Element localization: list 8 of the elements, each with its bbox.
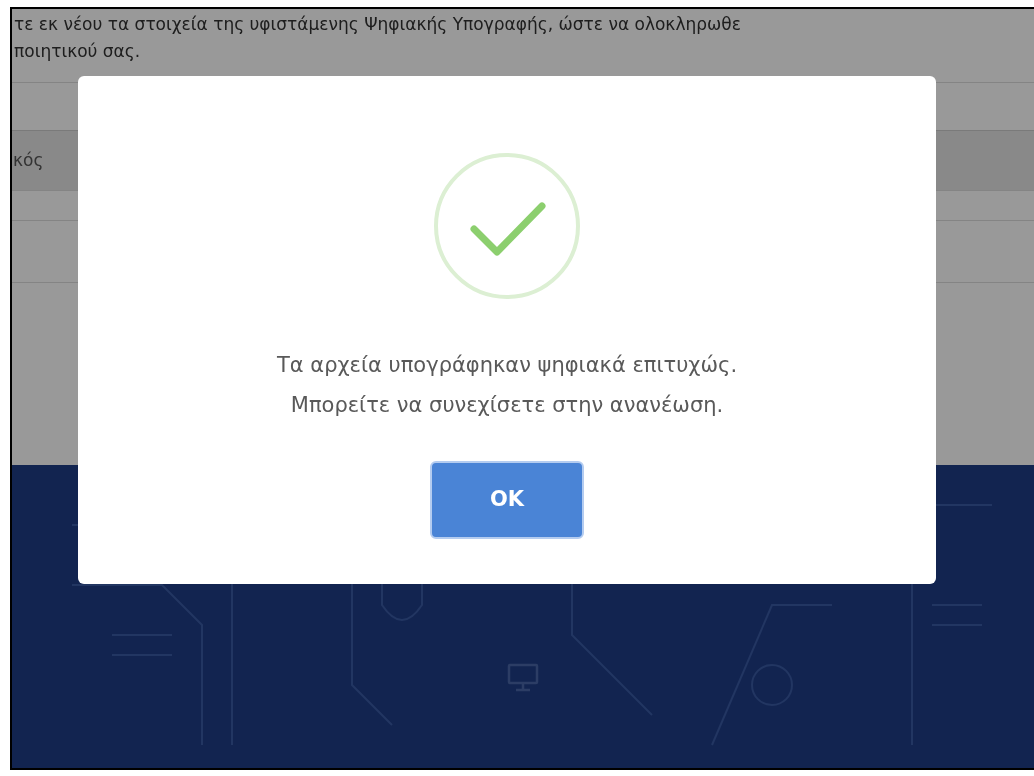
- dialog-message-line: Τα αρχεία υπογράφηκαν ψηφιακά επιτυχώς.: [276, 352, 738, 379]
- monitor-icon: [507, 663, 539, 693]
- success-check-icon: [432, 151, 582, 301]
- dialog-message-line: Μπορείτε να συνεχίσετε στην ανανέωση.: [290, 392, 724, 419]
- ok-button[interactable]: OK: [430, 461, 584, 539]
- intro-text-line: ποιητικού σας.: [14, 40, 142, 63]
- table-header-text: κός: [13, 148, 44, 172]
- intro-text-line: τε εκ νέου τα στοιχεία της υφιστάμενης Ψηφιακής Υπογραφής, ώστε να ολοκληρωθε: [14, 13, 742, 36]
